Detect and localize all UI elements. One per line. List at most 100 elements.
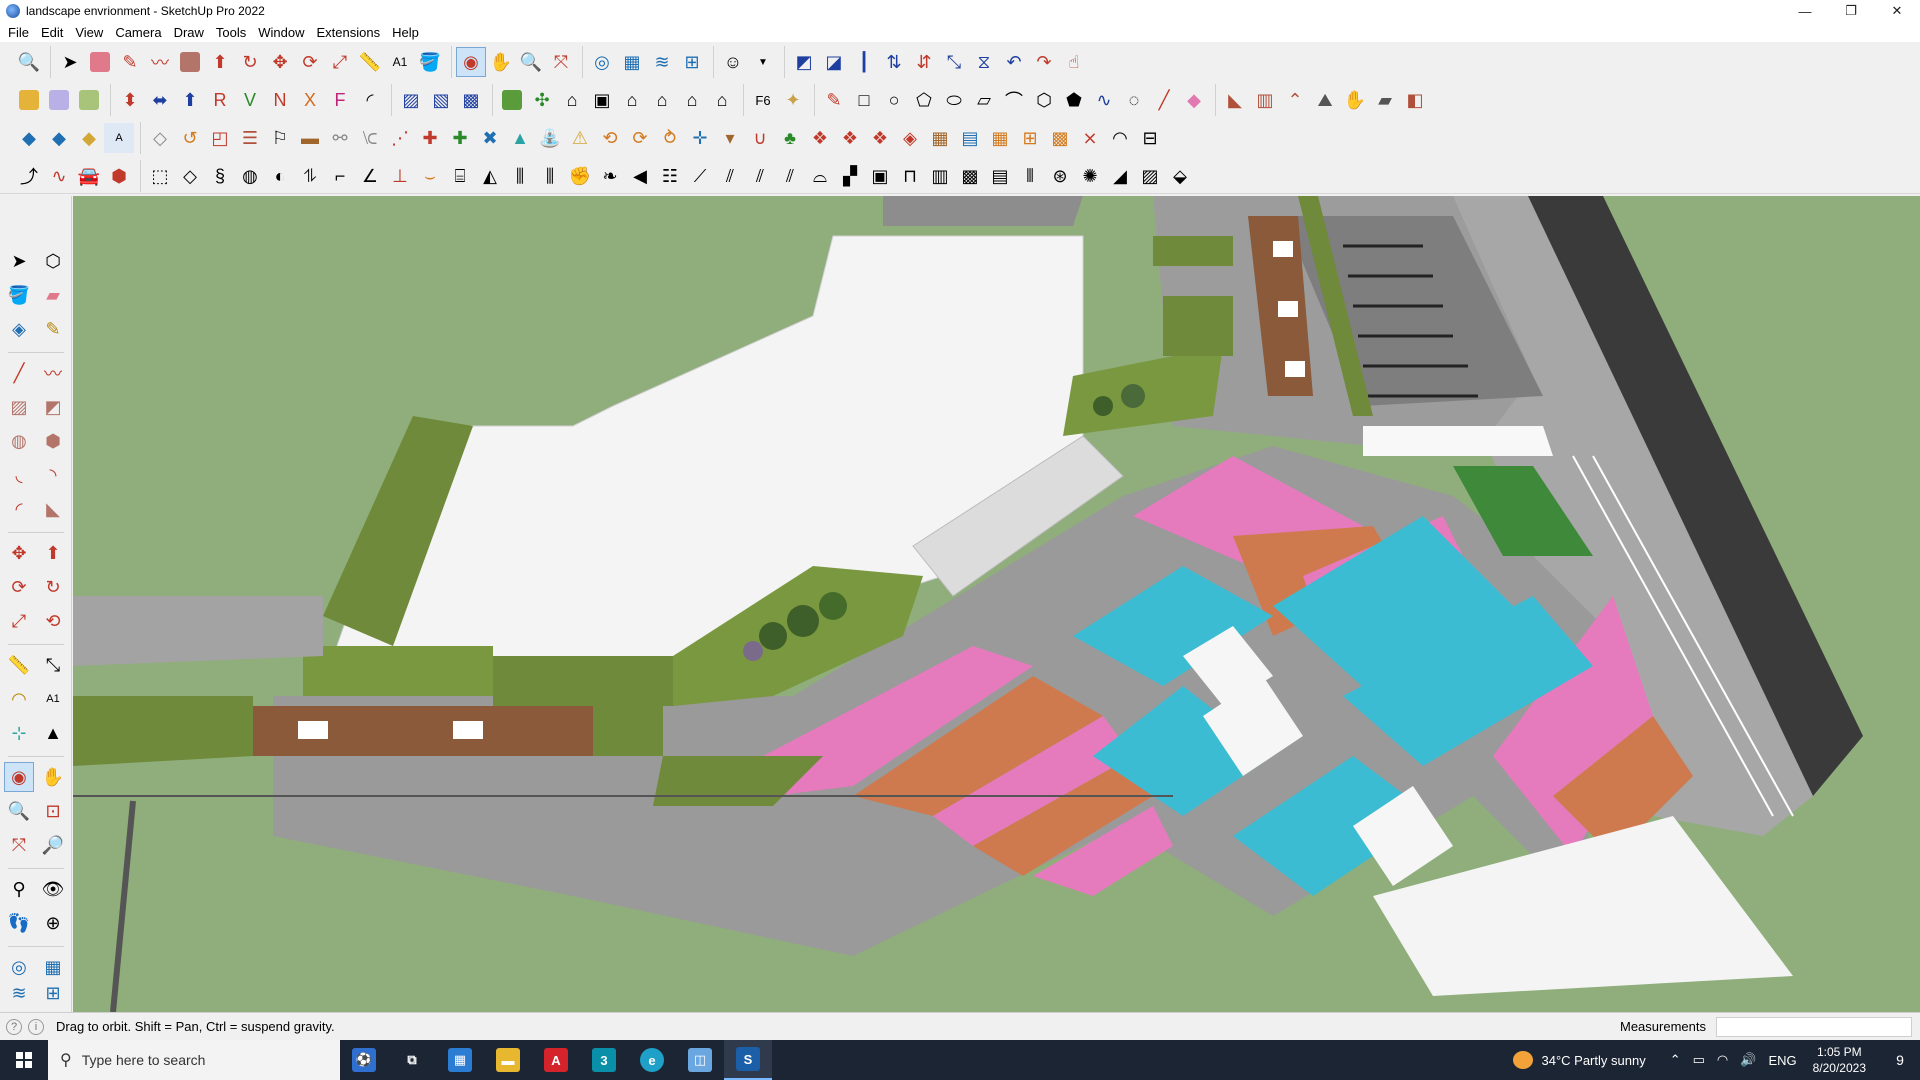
component-red-2-icon[interactable]: ❖ — [835, 123, 865, 153]
roof-3-icon[interactable]: ▰ — [1370, 85, 1400, 115]
polygon-tool-icon[interactable]: ⬢ — [38, 426, 68, 456]
push-pull-icon[interactable]: ⬆ — [205, 47, 235, 77]
line-tool-icon[interactable]: ╱ — [4, 358, 34, 388]
move-icon[interactable]: ✥ — [265, 47, 295, 77]
orange-grid-3-icon[interactable]: ▩ — [1045, 123, 1075, 153]
hand-2-icon[interactable]: ✋ — [1340, 85, 1370, 115]
circle-shape-icon[interactable]: ○ — [879, 85, 909, 115]
rectangle-tool-icon[interactable]: ▨ — [4, 392, 34, 422]
menu-window[interactable]: Window — [252, 25, 310, 40]
orbit-tool-icon[interactable]: ◉ — [4, 762, 34, 792]
fan-icon[interactable]: ✺ — [1075, 161, 1105, 191]
hand-grab-icon[interactable]: ✊ — [565, 161, 595, 191]
magnet-icon[interactable]: ∪ — [745, 123, 775, 153]
bucket-icon[interactable]: ▾ — [715, 123, 745, 153]
flip-up-icon[interactable]: ⇅ — [879, 47, 909, 77]
eraser-tool-icon[interactable]: ▰ — [38, 280, 68, 310]
model-viewport[interactable] — [73, 196, 1920, 1012]
zoom-tool-icon[interactable]: 🔍 — [516, 47, 546, 77]
green-plus-icon[interactable]: ✚ — [445, 123, 475, 153]
outline-2-icon[interactable]: ◇ — [175, 161, 205, 191]
taskbar-task-view[interactable]: ⧉ — [388, 1040, 436, 1080]
restore-button[interactable]: ❐ — [1828, 0, 1874, 22]
blue-plane-2-icon[interactable]: ◆ — [44, 123, 74, 153]
red-hex-icon[interactable]: ⬢ — [104, 161, 134, 191]
back-view-icon[interactable]: ⌂ — [677, 85, 707, 115]
globe-icon[interactable]: ◐ — [265, 161, 295, 191]
curve-shape-icon[interactable]: ∿ — [1089, 85, 1119, 115]
push-pull-tool-icon[interactable]: ⬆ — [38, 538, 68, 568]
top-view-icon[interactable]: ▣ — [587, 85, 617, 115]
taskbar-search[interactable]: ⚲ Type here to search — [48, 1040, 340, 1080]
spring-icon[interactable]: § — [205, 161, 235, 191]
start-button[interactable] — [0, 1040, 48, 1080]
diamond-outline-icon[interactable]: ⬙ — [1165, 161, 1195, 191]
link-icon[interactable]: ⚯ — [325, 123, 355, 153]
arc-shape-icon[interactable]: ⌒ — [999, 85, 1029, 115]
paint-bucket-icon[interactable]: 🪣 — [415, 47, 445, 77]
axes-tool-icon[interactable]: ⊹ — [4, 718, 34, 748]
menu-extensions[interactable]: Extensions — [311, 25, 387, 40]
twist-icon[interactable]: ⥮ — [295, 161, 325, 191]
scale-icon[interactable]: ⤢ — [325, 47, 355, 77]
outline-shape-icon[interactable]: ⬚ — [145, 161, 175, 191]
pan-tool-icon[interactable]: ✋ — [38, 762, 68, 792]
section-slash-icon[interactable]: ▨ — [396, 85, 426, 115]
green-arrows-icon[interactable]: ✣ — [527, 85, 557, 115]
section-plane-icon[interactable]: ◩ — [789, 47, 819, 77]
green-plane-icon[interactable] — [497, 85, 527, 115]
front-view-icon[interactable]: ⌂ — [617, 85, 647, 115]
menu-file[interactable]: File — [2, 25, 35, 40]
triangle-warning-icon[interactable]: ⚠ — [565, 123, 595, 153]
sphere-icon[interactable]: ◍ — [235, 161, 265, 191]
user-account-icon[interactable]: ☺ — [718, 47, 748, 77]
previous-view-icon[interactable]: 🔎 — [38, 830, 68, 860]
orange-grid-icon[interactable]: ▦ — [985, 123, 1015, 153]
rotate-tool-icon[interactable]: ⟳ — [4, 572, 34, 602]
wood-box-icon[interactable]: ▬ — [295, 123, 325, 153]
zoom-window-icon[interactable]: ⊡ — [38, 796, 68, 826]
select-arrow-icon[interactable]: ➤ — [55, 47, 85, 77]
wifi-icon[interactable]: ◠ — [1717, 1052, 1728, 1068]
flag-icon[interactable]: ⚐ — [265, 123, 295, 153]
grey-plane-icon[interactable]: ◇ — [145, 123, 175, 153]
zoom-tool-left-icon[interactable]: 🔍 — [4, 796, 34, 826]
arc-tool-icon[interactable]: ◟ — [4, 460, 34, 490]
text-tool-icon[interactable]: A1 — [38, 684, 68, 714]
red-line-icon[interactable]: ╱ — [1149, 85, 1179, 115]
orange-curve-icon[interactable]: ⌣ — [415, 161, 445, 191]
dimension-tool-icon[interactable]: ⤡ — [38, 650, 68, 680]
leaf-icon[interactable]: ❧ — [595, 161, 625, 191]
stack-icon[interactable]: ☰ — [235, 123, 265, 153]
position-camera-icon[interactable]: ⚲ — [4, 874, 34, 904]
zoom-icon[interactable]: 🔍 — [14, 47, 44, 77]
jpp-extrude-icon[interactable]: ⬌ — [145, 85, 175, 115]
hand-icon[interactable]: ☝ — [1059, 47, 1089, 77]
bridge-icon[interactable]: ⌓ — [805, 161, 835, 191]
comb-2-icon[interactable]: ⫼ — [535, 161, 565, 191]
sandbox-stamp-icon[interactable]: ⊞ — [677, 47, 707, 77]
red-plus-icon[interactable]: ✚ — [415, 123, 445, 153]
follow-me-tool-icon[interactable]: ↻ — [38, 572, 68, 602]
clock[interactable]: 1:05 PM 8/20/2023 — [1813, 1044, 1866, 1076]
dots-curve-icon[interactable]: ⋰ — [385, 123, 415, 153]
window-icon[interactable]: ▤ — [955, 123, 985, 153]
red-diamond-icon[interactable]: ◈ — [895, 123, 925, 153]
sandbox-stamp-tool-icon[interactable]: ⊞ — [38, 978, 68, 1008]
orange-arc-icon[interactable]: ↺ — [175, 123, 205, 153]
flip-down-icon[interactable]: ⇵ — [909, 47, 939, 77]
taskbar-calculator[interactable]: ▦ — [436, 1040, 484, 1080]
sphere-grid-icon[interactable]: ⊛ — [1045, 161, 1075, 191]
comb-icon[interactable]: ⫼ — [505, 161, 535, 191]
roof-icon[interactable]: ⌃ — [1280, 85, 1310, 115]
look-around-icon[interactable]: 👁 — [38, 874, 68, 904]
pink-eraser-icon[interactable]: ◆ — [1179, 85, 1209, 115]
component-red-3-icon[interactable]: ❖ — [865, 123, 895, 153]
jpp-f-icon[interactable]: F — [325, 85, 355, 115]
pyramid-icon[interactable]: ◭ — [475, 161, 505, 191]
box-icon[interactable]: ▣ — [865, 161, 895, 191]
lines-3-icon[interactable]: ⫽ — [775, 161, 805, 191]
pencil-line-icon[interactable]: ✎ — [115, 47, 145, 77]
protractor-tool-icon[interactable]: ◠ — [4, 684, 34, 714]
corner-icon[interactable]: ⌐ — [325, 161, 355, 191]
